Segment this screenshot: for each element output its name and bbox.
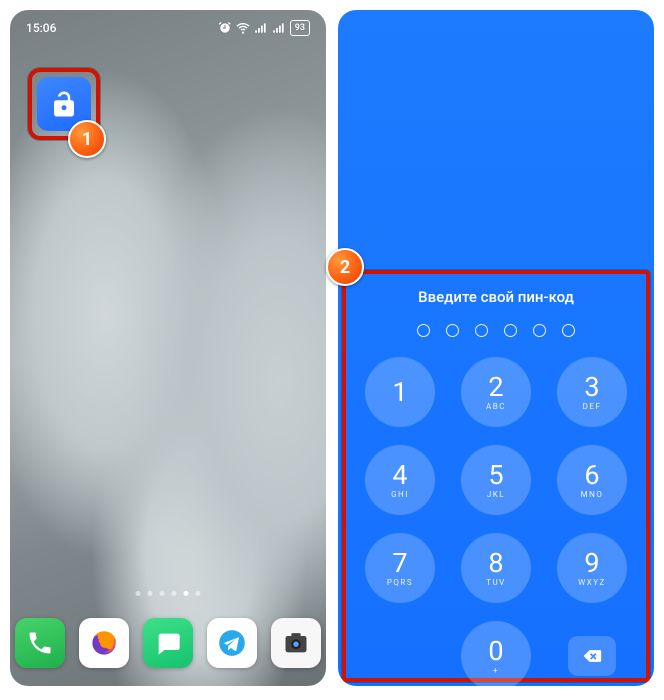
wifi-icon bbox=[236, 21, 250, 35]
signal-icon bbox=[254, 21, 268, 35]
dock-app-messages[interactable] bbox=[143, 618, 193, 668]
pin-title: Введите свой пин-код bbox=[418, 288, 574, 306]
key-0[interactable]: 0+ bbox=[461, 621, 531, 686]
dock-app-telegram[interactable] bbox=[207, 618, 257, 668]
key-backspace[interactable] bbox=[568, 636, 616, 676]
pin-panel: Введите свой пин-код 1 2ABC 3DEF 4GHI 5JKL 6M… bbox=[342, 270, 650, 682]
dock bbox=[15, 618, 321, 668]
phone-homescreen: 15:06 93 bbox=[10, 10, 326, 686]
signal2-icon bbox=[272, 21, 286, 35]
keypad: 1 2ABC 3DEF 4GHI 5JKL 6MNO 7PQRS 8TUV 9WXYZ 0+ bbox=[365, 357, 627, 686]
dock-app-phone[interactable] bbox=[15, 618, 65, 668]
phone-pinlock: Введите свой пин-код 1 2ABC 3DEF 4GHI 5JKL 6M… bbox=[338, 10, 654, 686]
callout-2: 2 bbox=[326, 248, 364, 286]
status-time: 15:06 bbox=[26, 21, 56, 35]
key-4[interactable]: 4GHI bbox=[365, 445, 435, 515]
status-bar: 15:06 93 bbox=[10, 10, 326, 42]
unlock-icon bbox=[49, 89, 79, 119]
dock-app-firefox[interactable] bbox=[79, 618, 129, 668]
battery-icon: 93 bbox=[290, 20, 310, 36]
dock-app-camera[interactable] bbox=[271, 618, 321, 668]
key-blank bbox=[365, 621, 435, 686]
alarm-icon bbox=[218, 21, 232, 35]
key-2[interactable]: 2ABC bbox=[461, 357, 531, 427]
key-9[interactable]: 9WXYZ bbox=[557, 533, 627, 603]
key-5[interactable]: 5JKL bbox=[461, 445, 531, 515]
pin-progress bbox=[417, 324, 575, 337]
key-7[interactable]: 7PQRS bbox=[365, 533, 435, 603]
backspace-icon bbox=[582, 646, 602, 666]
key-8[interactable]: 8TUV bbox=[461, 533, 531, 603]
status-icons: 93 bbox=[218, 20, 310, 36]
key-6[interactable]: 6MNO bbox=[557, 445, 627, 515]
callout-1: 1 bbox=[68, 120, 106, 158]
key-3[interactable]: 3DEF bbox=[557, 357, 627, 427]
page-indicator bbox=[136, 591, 201, 596]
key-1[interactable]: 1 bbox=[365, 357, 435, 427]
